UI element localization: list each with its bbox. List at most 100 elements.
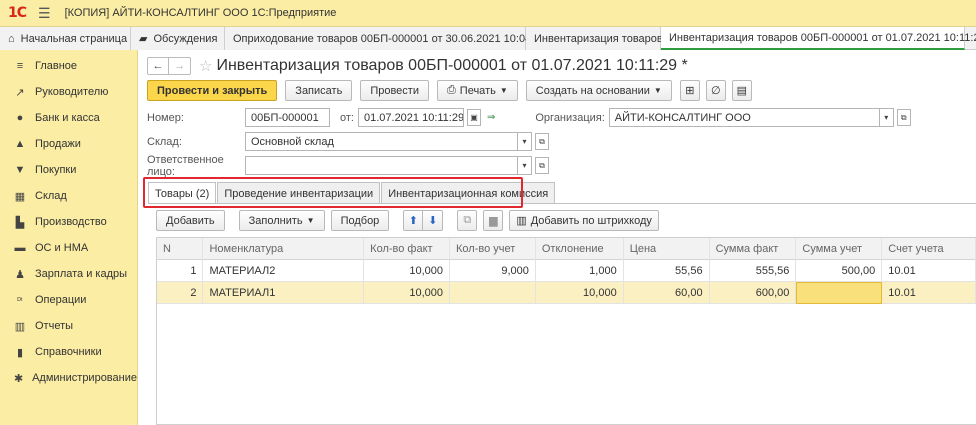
cell-account[interactable]: 10.01 (882, 281, 976, 304)
sidebar-item-catalogs[interactable]: ▮ Справочники (0, 339, 137, 365)
column-header[interactable]: Кол-во факт (364, 237, 451, 260)
create-based-on-button[interactable]: Создать на основании ▼ (525, 80, 672, 101)
cell-item[interactable]: МАТЕРИАЛ1 (203, 281, 365, 304)
tab-discussions[interactable]: ▰ Обсуждения (131, 27, 225, 50)
move-down-button[interactable]: ⬇ (423, 210, 444, 231)
sidebar-item-manager[interactable]: ↗ Руководителю (0, 79, 137, 105)
factory-icon: ▙ (15, 216, 25, 229)
responsible-dropdown-button[interactable]: ▾ (518, 156, 532, 175)
report-button[interactable]: ▤ (731, 80, 752, 101)
select-button[interactable]: Подбор (330, 210, 390, 231)
cell-sum-fact[interactable]: 600,00 (710, 281, 797, 304)
sidebar-item-salary[interactable]: ♟ Зарплата и кадры (0, 261, 137, 287)
cart-icon: ▼ (14, 164, 26, 176)
tab-receipt-doc[interactable]: Оприходование товаров 00БП-000001 от 30.… (225, 27, 559, 50)
tab-label: Обсуждения (153, 32, 218, 45)
cell-sum-fact[interactable]: 555,56 (710, 259, 797, 282)
sidebar-item-warehouse[interactable]: ▦ Склад (0, 183, 137, 209)
arrow-left-icon: ← (152, 60, 164, 72)
organization-field[interactable]: АЙТИ-КОНСАЛТИНГ ООО (608, 108, 880, 127)
add-by-barcode-button[interactable]: ▥ Добавить по штрихкоду (509, 210, 659, 231)
open-link-icon: ⧉ (539, 160, 545, 170)
cell-qty-fact[interactable]: 10,000 (364, 259, 451, 282)
number-field[interactable]: 00БП-000001 (245, 108, 330, 127)
cell-price[interactable]: 55,56 (624, 259, 710, 282)
sidebar-item-label: Покупки (35, 164, 77, 176)
tab-inventory-doc[interactable]: Инвентаризация товаров 00БП-000001 от 01… (661, 27, 976, 50)
back-button[interactable]: ← (147, 57, 169, 75)
cell-n: 2 (157, 281, 204, 304)
cell-qty-fact[interactable]: 10,000 (364, 281, 451, 304)
sidebar-item-label: Отчеты (35, 320, 74, 332)
post-button[interactable]: Провести (360, 80, 429, 101)
structure-button[interactable]: ⊞ (679, 80, 700, 101)
goods-table: N Номенклатура Кол-во факт Кол-во учет О… (156, 237, 976, 425)
cell-qty-acc[interactable]: 9,000 (450, 259, 536, 282)
dt-kt-icon: ᴰᵗ (17, 295, 23, 305)
calendar-button[interactable]: ▣ (466, 109, 481, 126)
copy-row-button[interactable]: ⧉ (457, 210, 478, 231)
cell-qty-acc[interactable] (450, 281, 536, 304)
column-header[interactable]: Кол-во учет (450, 237, 536, 260)
arrow-right-icon: → (174, 60, 185, 72)
tab-label: Инвентаризация товаров 00БП-000001 от 01… (669, 31, 976, 44)
table-row[interactable]: 1 МАТЕРИАЛ2 10,000 9,000 1,000 55,56 555… (157, 259, 976, 282)
warehouse-field[interactable]: Основной склад (245, 132, 518, 151)
add-row-button[interactable]: Добавить (156, 210, 225, 231)
date-field[interactable]: 01.07.2021 10:11:29 (357, 108, 464, 127)
chevron-down-icon: ▼ (306, 216, 315, 225)
post-and-close-button[interactable]: Провести и закрыть (147, 80, 278, 101)
organization-open-button[interactable]: ⧉ (896, 109, 911, 126)
column-header[interactable]: Отклонение (536, 237, 624, 260)
cell-sum-acc-active[interactable] (796, 281, 883, 304)
sidebar-item-operations[interactable]: ᴰᵗ Операции (0, 287, 137, 313)
save-button[interactable]: Записать (285, 80, 353, 101)
sidebar-item-sales[interactable]: ▲ Продажи (0, 131, 137, 157)
table-row[interactable]: 2 МАТЕРИАЛ1 10,000 10,000 60,00 600,00 1… (157, 281, 976, 304)
cell-account[interactable]: 10.01 (882, 259, 976, 282)
print-button[interactable]: ⎙ Печать ▼ (436, 80, 518, 101)
paste-rows-button[interactable]: ▆ (483, 210, 504, 231)
sidebar-item-label: Производство (35, 216, 107, 228)
sidebar-item-production[interactable]: ▙ Производство (0, 209, 137, 235)
move-up-button[interactable]: ⬆ (403, 210, 424, 231)
attach-file-button[interactable]: ∅ (705, 80, 726, 101)
column-header[interactable]: Сумма учет (796, 237, 883, 260)
responsible-open-button[interactable]: ⧉ (535, 157, 549, 174)
fill-button[interactable]: Заполнить ▼ (238, 210, 325, 231)
document-form: ← → ☆ Инвентаризация товаров 00БП-000001… (140, 50, 976, 425)
sidebar-item-main[interactable]: ≡ Главное (0, 53, 137, 79)
tab-inventory-list[interactable]: Инвентаризация товаров ✕ (526, 27, 675, 50)
warehouse-dropdown-button[interactable]: ▾ (518, 132, 532, 151)
favorite-star-icon[interactable]: ☆ (199, 57, 212, 75)
cell-price[interactable]: 60,00 (624, 281, 710, 304)
copy-icon: ⧉ (463, 214, 472, 226)
cell-sum-acc[interactable]: 500,00 (796, 259, 883, 282)
sidebar-item-bank[interactable]: ● Банк и касса (0, 105, 137, 131)
column-header[interactable]: Сумма факт (710, 237, 797, 260)
sidebar-item-assets[interactable]: ▬ ОС и НМА (0, 235, 137, 261)
trend-icon: ↗ (15, 86, 25, 99)
organization-label: Организация: (535, 111, 605, 124)
tab-home[interactable]: ⌂ Начальная страница (0, 27, 131, 50)
forward-button[interactable]: → (169, 57, 191, 75)
sidebar-item-reports[interactable]: ▥ Отчеты (0, 313, 137, 339)
organization-dropdown-button[interactable]: ▾ (879, 108, 894, 127)
date-settings-icon[interactable]: ⇒ (487, 112, 495, 123)
person-icon: ♟ (15, 268, 25, 281)
paperclip-icon: ∅ (711, 85, 721, 97)
column-header[interactable]: Счет учета (882, 237, 976, 260)
open-link-icon: ⧉ (539, 136, 545, 146)
warehouse-open-button[interactable]: ⧉ (535, 133, 549, 150)
main-menu-icon[interactable]: ☰ (38, 5, 51, 22)
cell-item[interactable]: МАТЕРИАЛ2 (203, 259, 365, 282)
sidebar-item-label: Банк и касса (35, 112, 100, 124)
column-header[interactable]: N (157, 237, 204, 260)
sidebar-item-admin[interactable]: ✱ Администрирование (0, 365, 137, 391)
responsible-label: Ответственное лицо: (147, 153, 224, 178)
sidebar-item-purchases[interactable]: ▼ Покупки (0, 157, 137, 183)
column-header[interactable]: Номенклатура (203, 237, 365, 260)
column-header[interactable]: Цена (624, 237, 710, 260)
sidebar-item-label: Продажи (35, 138, 81, 150)
responsible-field[interactable] (245, 156, 518, 175)
